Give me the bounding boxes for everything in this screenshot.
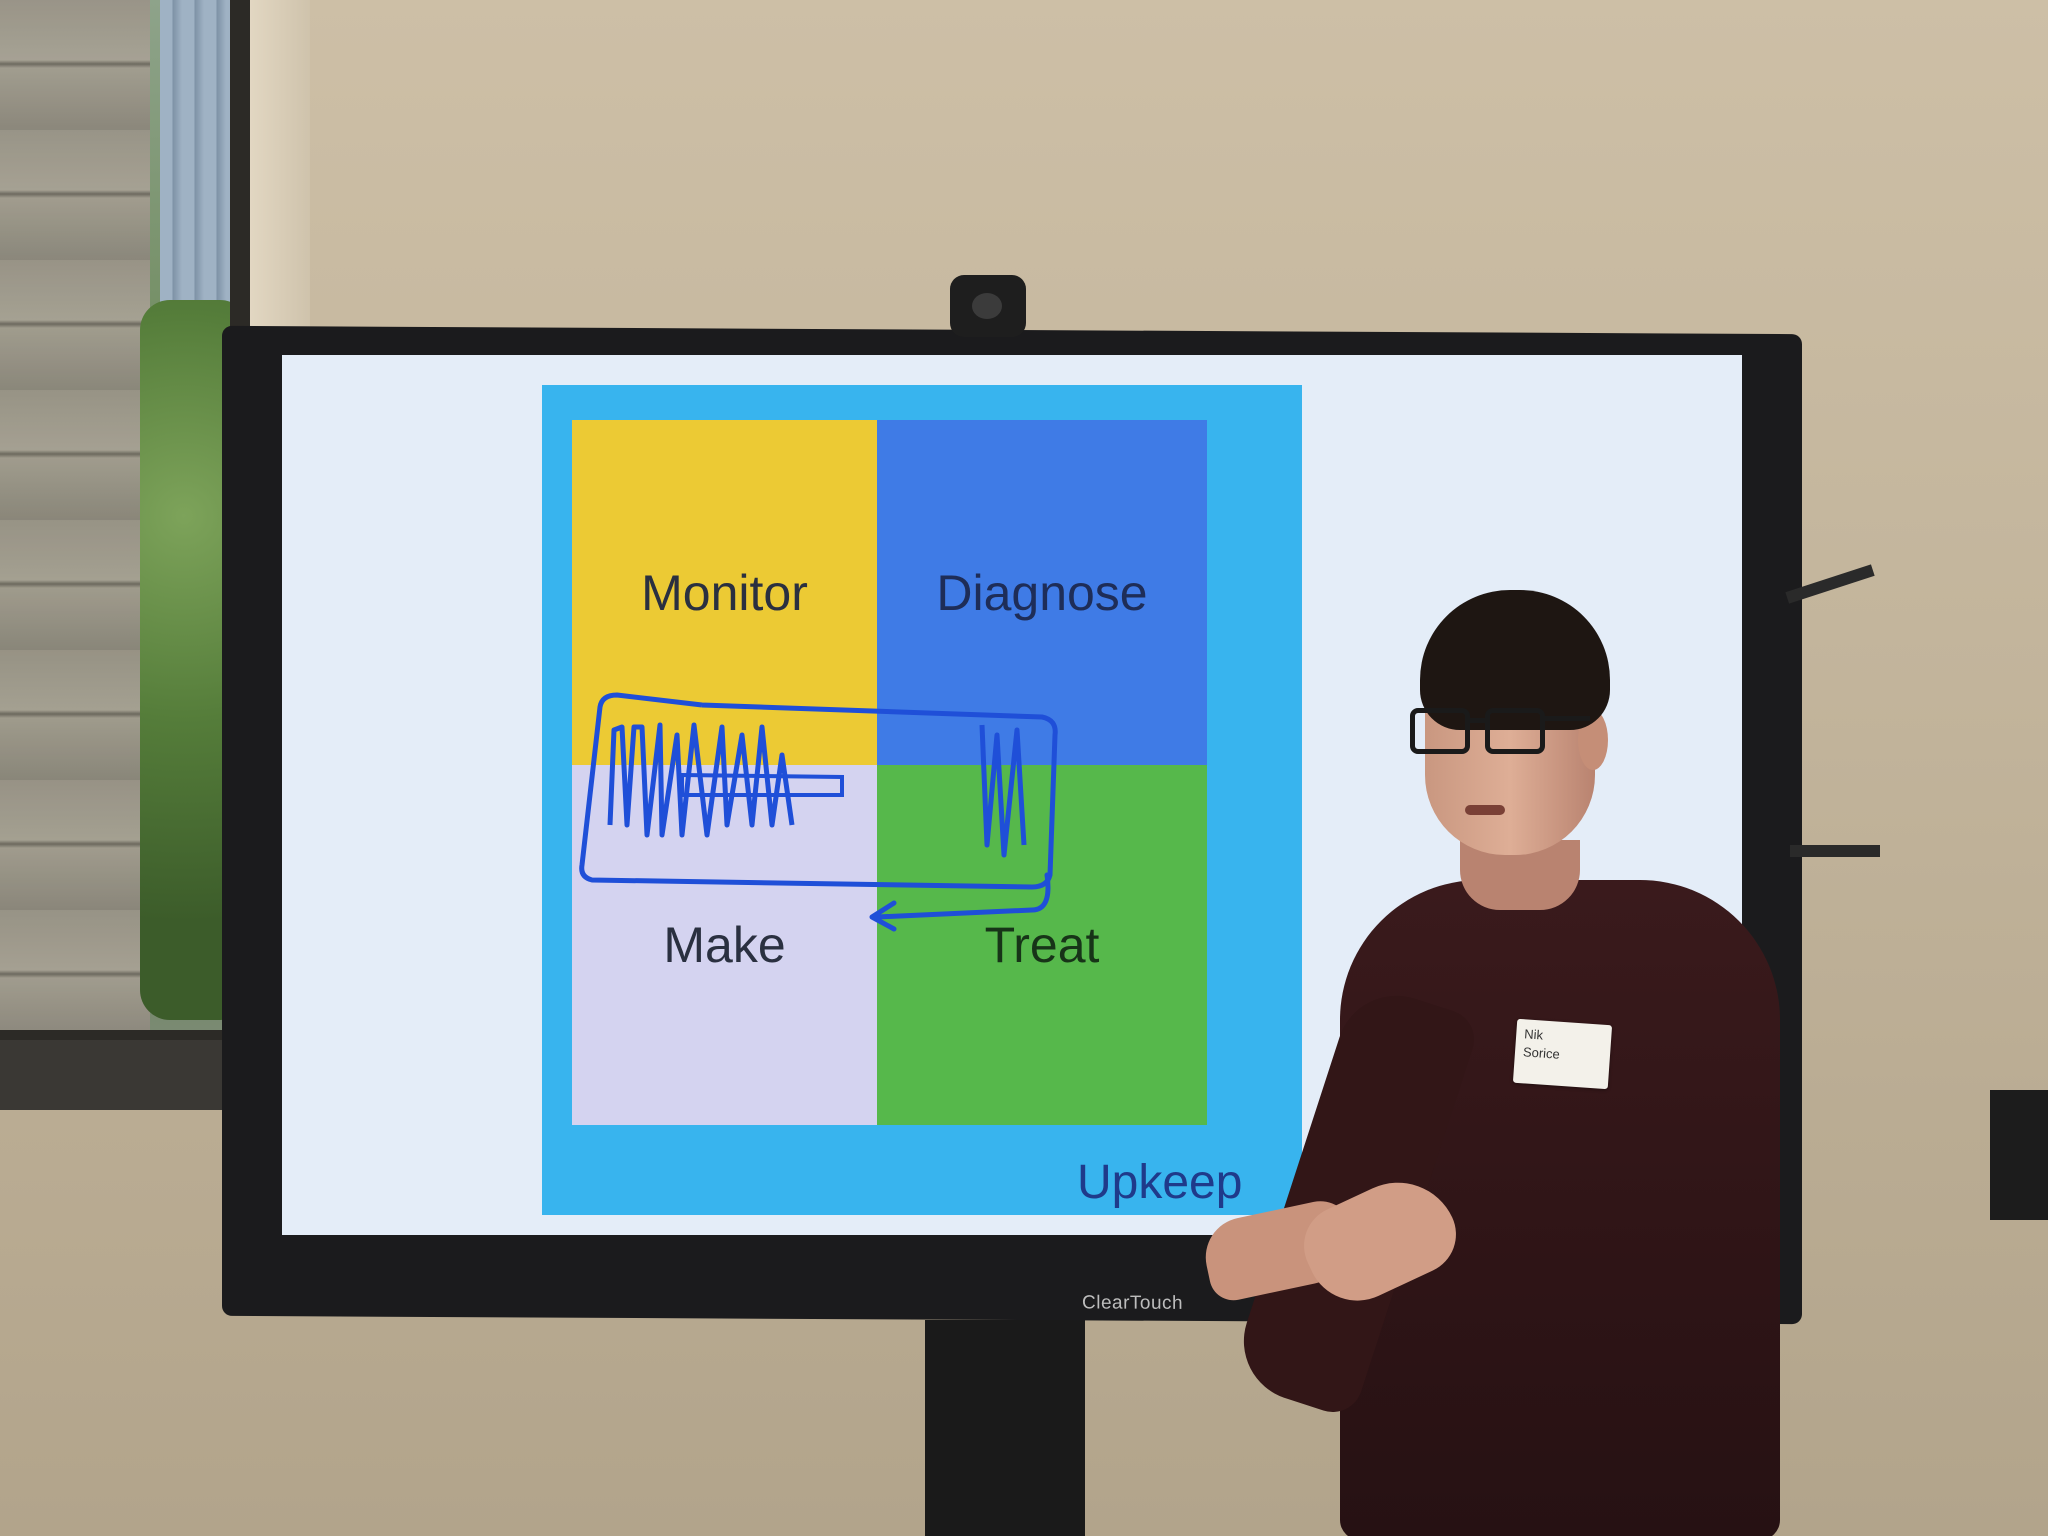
presenter: Nik Sorice — [1198, 590, 1860, 1536]
quadrant-make: Make — [572, 765, 877, 1125]
stone-wall — [0, 0, 150, 1030]
monitor-stand — [925, 1320, 1085, 1536]
upkeep-label: Upkeep — [1077, 1156, 1243, 1209]
glasses-lens — [1410, 708, 1470, 754]
quadrant-monitor: Monitor — [572, 420, 877, 765]
glasses-temple — [1545, 716, 1590, 721]
glasses-lens — [1485, 708, 1545, 754]
presentation-photo: ClearTouch Monitor Diagnose Make Treat U… — [0, 0, 2048, 1536]
quadrant-diagnose-label: Diagnose — [936, 564, 1148, 621]
quadrant-make-label: Make — [663, 917, 786, 973]
quadrant-treat: Treat — [877, 765, 1207, 1125]
presenter-mouth — [1465, 805, 1505, 815]
webcam-lens — [972, 293, 1002, 319]
quadrant-monitor-label: Monitor — [641, 564, 808, 621]
window — [0, 0, 250, 1110]
window-glass — [0, 0, 230, 1030]
name-tag: Nik Sorice — [1512, 1018, 1613, 1090]
monitor-brand-label: ClearTouch — [1082, 1292, 1184, 1314]
distant-building — [160, 0, 230, 320]
tree-foliage — [140, 300, 230, 1020]
wall-fixture — [1990, 1090, 2048, 1220]
glasses-icon — [1410, 708, 1590, 754]
webcam-icon — [950, 275, 1026, 337]
quadrant-treat-label: Treat — [984, 917, 1100, 973]
window-sill — [0, 1040, 230, 1110]
quadrant-diagnose: Diagnose — [877, 420, 1207, 765]
